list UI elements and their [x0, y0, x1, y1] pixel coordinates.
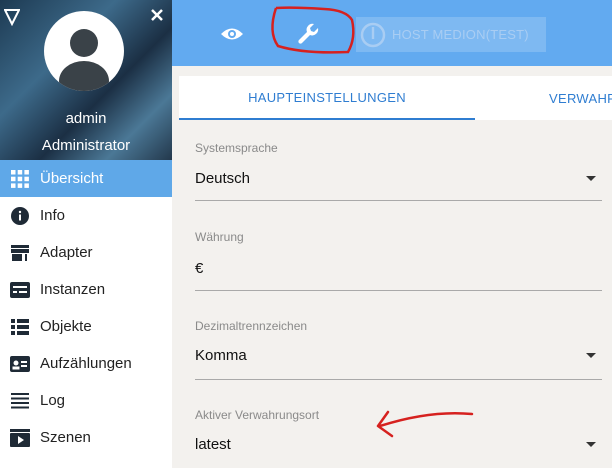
close-icon[interactable] [150, 8, 164, 27]
divider [195, 200, 602, 201]
decimal-separator-select[interactable]: Dezimaltrennzeichen Komma [195, 319, 602, 380]
tab-haupteinstellungen[interactable]: HAUPTEINSTELLUNGEN [179, 76, 475, 120]
user-name: admin [65, 110, 107, 127]
settings-tabs: HAUPTEINSTELLUNGEN VERWAHR [179, 76, 612, 120]
currency-input[interactable]: Währung € [195, 230, 602, 291]
sidebar-item-uebersicht[interactable]: Übersicht [0, 160, 172, 197]
sidebar-item-label: Adapter [40, 244, 93, 261]
lines-icon [10, 391, 30, 411]
list-icon [10, 317, 30, 337]
top-header: HOST MEDION(TEST) [172, 0, 612, 66]
sidebar-item-instanzen[interactable]: Instanzen [0, 271, 172, 308]
host-selector[interactable]: HOST MEDION(TEST) [356, 17, 546, 52]
sidebar-item-info[interactable]: Info [0, 197, 172, 234]
user-role: Administrator [41, 137, 131, 154]
divider [195, 379, 602, 380]
avatar [44, 11, 124, 91]
sidebar-item-label: Log [40, 392, 66, 409]
sidebar-item-label: Info [40, 207, 66, 224]
sidebar-item-szenen[interactable]: Szenen [0, 419, 172, 456]
sidebar-nav: Übersicht Info Adapter Instanzen Objekte [0, 160, 172, 456]
annotation-arrow-icon [376, 410, 474, 438]
instances-icon [10, 280, 30, 300]
tab-verwahrung[interactable]: VERWAHR [549, 76, 612, 120]
eye-icon[interactable] [218, 22, 246, 46]
power-icon [360, 22, 386, 48]
iobroker-logo-icon[interactable] [3, 8, 21, 31]
profile-header: admin Administrator [0, 0, 172, 160]
host-label: HOST MEDION(TEST) [392, 27, 529, 42]
sidebar-item-label: Aufzählungen [40, 355, 132, 372]
grid-icon [10, 169, 30, 189]
field-label: Systemsprache [195, 141, 278, 155]
sidebar-item-log[interactable]: Log [0, 382, 172, 419]
sidebar-item-objekte[interactable]: Objekte [0, 308, 172, 345]
sidebar-item-label: Szenen [40, 429, 91, 446]
sidebar-item-label: Objekte [40, 318, 92, 335]
chevron-down-icon [586, 176, 596, 181]
field-value: Deutsch [195, 170, 251, 187]
play-icon [10, 428, 30, 448]
chevron-down-icon [586, 442, 596, 447]
field-value: latest [195, 436, 231, 453]
annotation-circle-icon [271, 6, 355, 54]
info-icon [10, 206, 30, 226]
sidebar-item-aufzaehlungen[interactable]: Aufzählungen [0, 345, 172, 382]
field-value: Komma [195, 347, 247, 364]
store-icon [10, 243, 30, 263]
field-label: Währung [195, 230, 244, 244]
sidebar-item-adapter[interactable]: Adapter [0, 234, 172, 271]
language-select[interactable]: Systemsprache Deutsch [195, 141, 602, 201]
badge-icon [10, 354, 30, 374]
field-label: Dezimaltrennzeichen [195, 319, 308, 333]
sidebar-item-label: Übersicht [40, 170, 104, 187]
sidebar-item-label: Instanzen [40, 281, 106, 298]
divider [195, 290, 602, 291]
field-value: € [195, 260, 204, 277]
sidebar: admin Administrator Übersicht Info Adapt… [0, 0, 172, 468]
chevron-down-icon [586, 353, 596, 358]
